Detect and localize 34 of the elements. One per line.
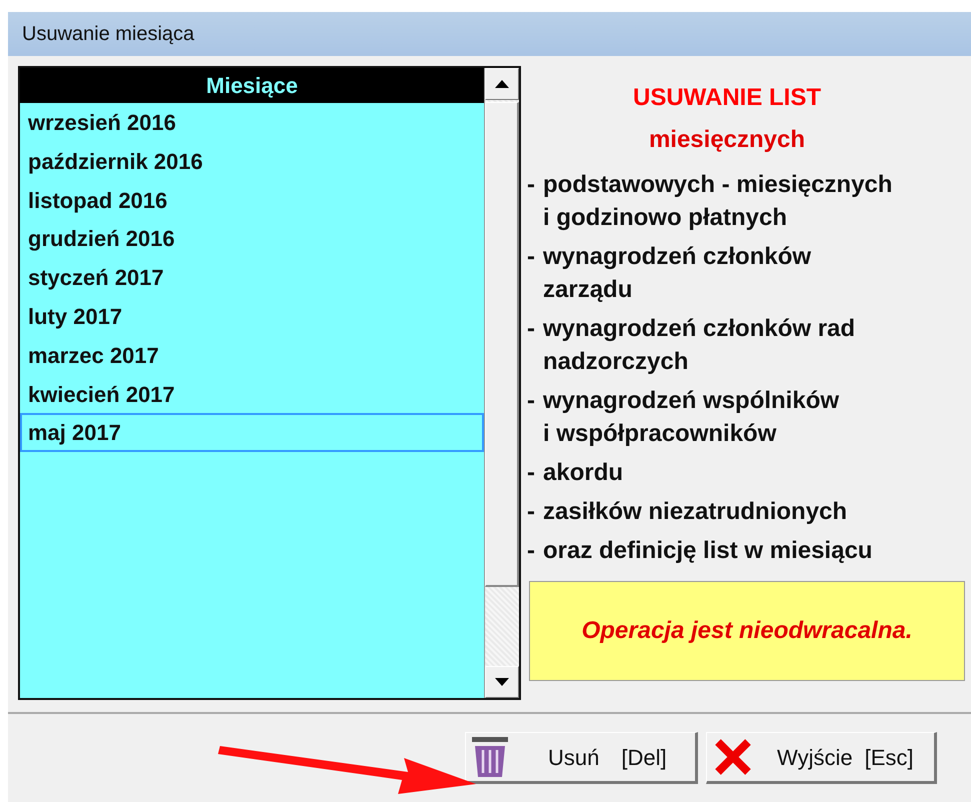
list-type-text: oraz definicję list w miesiącu [543, 536, 872, 566]
dash-text: - [527, 536, 535, 566]
dash-text: - [527, 386, 535, 416]
month-item[interactable]: październik 2016 [20, 142, 484, 181]
exit-button[interactable]: Wyjście [Esc] [706, 732, 937, 784]
scroll-down-button[interactable] [485, 666, 519, 698]
month-item[interactable]: marzec 2017 [20, 336, 484, 375]
list-type-text: zasiłków niezatrudnionych [543, 497, 848, 527]
dash-text: - [527, 497, 535, 527]
list-header: Miesiące [20, 68, 484, 103]
month-item[interactable]: wrzesień 2016 [20, 103, 484, 142]
trash-icon [472, 737, 508, 777]
dash-text: - [527, 242, 535, 272]
delete-button[interactable]: Usuń [Del] [465, 732, 698, 784]
month-item[interactable]: luty 2017 [20, 296, 484, 336]
down-arrow-icon [495, 678, 509, 686]
info-title: USUWANIE LIST [632, 83, 822, 113]
dash-text: - [527, 170, 535, 200]
dash-text: - [527, 458, 535, 488]
info-subtitle: miesięcznych [648, 125, 806, 155]
list-type-text: akordu [543, 458, 624, 488]
window-title: Usuwanie miesiąca [22, 22, 194, 47]
month-item[interactable]: styczeń 2017 [20, 258, 484, 297]
up-arrow-icon [495, 80, 509, 88]
month-item[interactable]: grudzień 2016 [20, 219, 484, 258]
scroll-up-button[interactable] [485, 68, 519, 100]
month-item[interactable]: listopad 2016 [20, 180, 484, 220]
scroll-thumb[interactable] [485, 102, 519, 587]
month-item[interactable]: maj 2017 [20, 413, 484, 452]
month-item[interactable]: kwiecień 2017 [20, 374, 484, 414]
scrollbar[interactable] [484, 68, 519, 698]
close-icon [713, 737, 753, 777]
dash-text: - [527, 314, 535, 344]
warning-text: Operacja jest nieodwracalna. [582, 616, 912, 646]
